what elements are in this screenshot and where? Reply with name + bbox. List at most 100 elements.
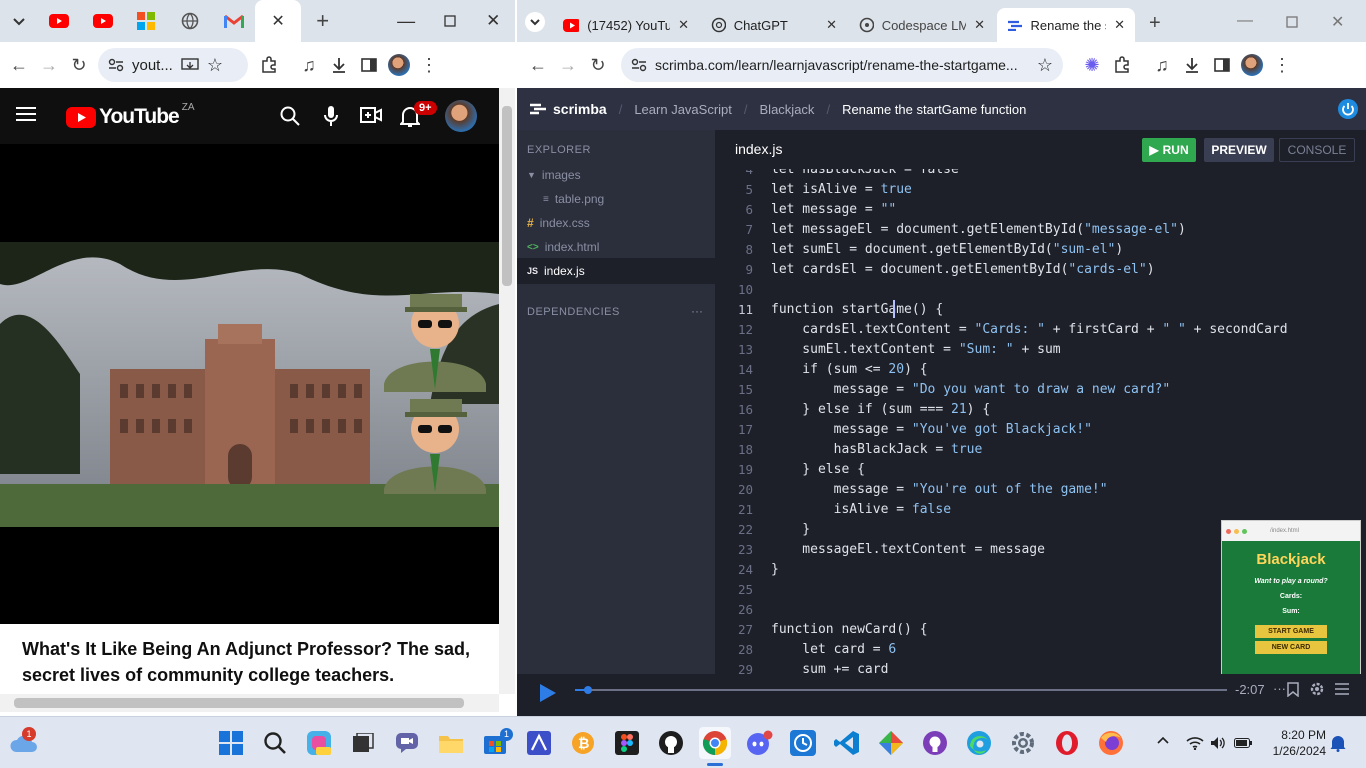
download-button[interactable]: [324, 50, 354, 80]
tab-youtube[interactable]: (17452) YouTu ✕: [553, 8, 699, 42]
forward-button[interactable]: →: [553, 50, 583, 80]
linear-app[interactable]: [523, 727, 555, 759]
code-editor[interactable]: index.js ▶ RUN PREVIEW CONSOLE 4 5 6 7 8 9 10 11…: [715, 130, 1366, 716]
preview-new-card-button[interactable]: NEW CARD: [1255, 641, 1327, 654]
settings-gear-icon[interactable]: [1309, 681, 1325, 697]
right-omnibox[interactable]: scrimba.com/learn/learnjavascript/rename…: [621, 48, 1063, 82]
tab-active-close[interactable]: ✕: [255, 0, 301, 42]
back-button[interactable]: ←: [4, 50, 34, 80]
battery-icon[interactable]: [1234, 738, 1252, 748]
media-button[interactable]: ♫: [1147, 50, 1177, 80]
tab-scrimba-active[interactable]: Rename the st ✕: [997, 8, 1135, 42]
close-icon[interactable]: ✕: [974, 17, 985, 33]
preview-start-button[interactable]: START GAME: [1255, 625, 1327, 638]
scrimba-logo[interactable]: scrimba: [529, 101, 607, 117]
system-clock[interactable]: 8:20 PM 1/26/2024: [1264, 727, 1326, 759]
search-button[interactable]: [259, 727, 291, 759]
wifi-icon[interactable]: [1186, 736, 1204, 750]
video-title[interactable]: What's It Like Being An Adjunct Professo…: [22, 636, 472, 688]
show-hidden-icons-chevron[interactable]: [1156, 735, 1170, 745]
file-index-js[interactable]: JS index.js: [527, 264, 585, 278]
vertical-scrollbar[interactable]: [499, 88, 515, 694]
teams-app[interactable]: [391, 727, 423, 759]
discord-app[interactable]: [743, 727, 775, 759]
figma-app[interactable]: [611, 727, 643, 759]
close-window-button[interactable]: ✕: [472, 0, 516, 42]
horizontal-scrollbar[interactable]: [0, 694, 499, 712]
edge-app[interactable]: [963, 727, 995, 759]
bitcoin-app[interactable]: ₿: [567, 727, 599, 759]
firefox-app[interactable]: [1095, 727, 1127, 759]
task-view[interactable]: [347, 727, 379, 759]
star-icon[interactable]: ☆: [207, 55, 223, 76]
side-panel-button[interactable]: [354, 50, 384, 80]
close-icon[interactable]: ✕: [1114, 17, 1125, 33]
extensions-button[interactable]: [254, 50, 284, 80]
microphone-icon[interactable]: [324, 105, 338, 127]
power-button[interactable]: [1338, 99, 1358, 119]
tab-search-button[interactable]: [525, 12, 545, 32]
notification-bell-icon[interactable]: [1330, 735, 1346, 752]
search-icon[interactable]: [280, 106, 300, 126]
gemini-app[interactable]: [875, 727, 907, 759]
profile-button[interactable]: [1237, 50, 1267, 80]
console-button[interactable]: CONSOLE: [1279, 138, 1355, 162]
profile-button[interactable]: [384, 50, 414, 80]
file-index-css[interactable]: # index.css: [527, 216, 590, 230]
folder-images[interactable]: ▼ images: [527, 168, 581, 182]
tab-chatgpt[interactable]: ChatGPT ✕: [701, 8, 847, 42]
new-tab-button[interactable]: +: [1149, 12, 1161, 35]
settings-app[interactable]: [1007, 727, 1039, 759]
volume-icon[interactable]: [1210, 736, 1226, 750]
copilot-app[interactable]: [303, 727, 335, 759]
breadcrumb-module[interactable]: Blackjack: [760, 102, 815, 117]
tab-search-button[interactable]: [0, 0, 38, 42]
close-window-button[interactable]: ✕: [1331, 12, 1344, 32]
install-app-icon[interactable]: [181, 57, 199, 73]
maximize-button[interactable]: [1286, 16, 1298, 28]
more-options[interactable]: ···: [1273, 681, 1286, 696]
tab-codespace[interactable]: Codespace LM ✕: [849, 8, 995, 42]
left-omnibox[interactable]: yout... ☆: [98, 48, 248, 82]
maximize-button[interactable]: [428, 0, 472, 42]
create-video-icon[interactable]: [360, 106, 382, 124]
scrollbar-thumb[interactable]: [14, 698, 464, 708]
menu-button[interactable]: ⋮: [1267, 50, 1297, 80]
progress-track[interactable]: [575, 689, 1227, 691]
mini-preview-window[interactable]: /index.html Blackjack Want to play a rou…: [1221, 520, 1361, 675]
file-table-png[interactable]: ≡ table.png: [543, 192, 604, 206]
opera-app[interactable]: [1051, 727, 1083, 759]
preview-button[interactable]: PREVIEW: [1204, 138, 1274, 162]
timer-app[interactable]: [787, 727, 819, 759]
side-panel-button[interactable]: [1207, 50, 1237, 80]
file-index-html[interactable]: <> index.html: [527, 240, 599, 254]
github-app[interactable]: [655, 727, 687, 759]
menu-button[interactable]: ⋮: [414, 50, 444, 80]
play-button[interactable]: [539, 683, 557, 703]
media-button[interactable]: ♫: [294, 50, 324, 80]
download-button[interactable]: [1177, 50, 1207, 80]
vscode-app[interactable]: [831, 727, 863, 759]
user-avatar[interactable]: [445, 100, 477, 132]
github-desktop-app[interactable]: [919, 727, 951, 759]
minimize-button[interactable]: —: [384, 0, 428, 42]
start-button[interactable]: [215, 727, 247, 759]
close-icon[interactable]: ✕: [826, 17, 837, 33]
run-button[interactable]: ▶ RUN: [1142, 138, 1196, 162]
breadcrumb-course[interactable]: Learn JavaScript: [634, 102, 732, 117]
forward-button[interactable]: →: [34, 50, 64, 80]
back-button[interactable]: ←: [523, 50, 553, 80]
tab-youtube-1[interactable]: [38, 0, 82, 42]
chrome-app[interactable]: [699, 727, 731, 759]
file-explorer-app[interactable]: [435, 727, 467, 759]
star-icon[interactable]: ☆: [1037, 55, 1053, 76]
list-icon[interactable]: [1335, 683, 1349, 695]
reload-button[interactable]: ↻: [64, 50, 94, 80]
new-tab-button[interactable]: +: [301, 0, 345, 42]
video-player[interactable]: [0, 144, 499, 624]
hamburger-icon[interactable]: [16, 106, 36, 122]
youtube-logo[interactable]: YouTube ZA: [66, 102, 195, 129]
scrollbar-thumb[interactable]: [502, 106, 512, 286]
tab-microsoft[interactable]: [125, 0, 169, 42]
close-icon[interactable]: ✕: [271, 11, 284, 31]
